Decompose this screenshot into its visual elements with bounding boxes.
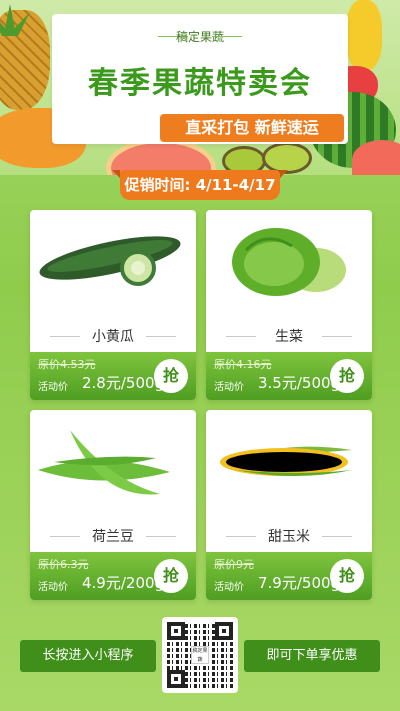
original-price: 原价4.53元 [38,358,96,371]
activity-price-label: 活动价 [38,382,68,393]
enter-miniprogram-label[interactable]: 长按进入小程序 [20,640,156,672]
product-image [30,210,196,320]
activity-price-label: 活动价 [214,582,244,593]
activity-price: 4.9元/200g [82,574,165,592]
divider [322,536,352,537]
divider [146,536,176,537]
product-card-corn[interactable]: 甜玉米 原价9元 活动价 7.9元/500g 抢 [206,410,372,600]
divider [146,336,176,337]
grab-button[interactable]: 抢 [330,359,364,393]
product-card-snow-pea[interactable]: 荷兰豆 原价6.3元 活动价 4.9元/200g 抢 [30,410,196,600]
product-image [30,410,196,520]
product-card-cucumber[interactable]: 小黄瓜 原价4.53元 活动价 2.8元/500g 抢 [30,210,196,400]
snow-pea-icon [38,430,170,495]
divider [322,336,352,337]
divider [212,36,242,37]
hero-title-card: 稿定果蔬 春季果蔬特卖会 直采打包 新鲜速运 [52,14,348,144]
product-card-lettuce[interactable]: 生菜 原价4.16元 活动价 3.5元/500g 抢 [206,210,372,400]
lettuce-icon [232,228,346,296]
price-bar: 原价4.53元 活动价 2.8元/500g 抢 [30,352,196,400]
page-title: 春季果蔬特卖会 [88,66,312,101]
activity-price: 3.5元/500g [258,374,341,392]
original-price: 原价4.16元 [214,358,272,371]
brand-name: 稿定果蔬 [175,30,224,44]
original-price: 原价9元 [214,558,254,571]
activity-price-label: 活动价 [38,582,68,593]
price-bar: 原价6.3元 活动价 4.9元/200g 抢 [30,552,196,600]
price-bar: 原价4.16元 活动价 3.5元/500g 抢 [206,352,372,400]
activity-price-label: 活动价 [214,382,244,393]
activity-price: 2.8元/500g [82,374,165,392]
grab-button[interactable]: 抢 [330,559,364,593]
grab-button[interactable]: 抢 [154,359,188,393]
qr-center-logo: 稿定果蔬 [191,646,209,664]
price-bar: 原价9元 活动价 7.9元/500g 抢 [206,552,372,600]
qr-code-icon: 稿定果蔬 [167,622,233,688]
original-price: 原价6.3元 [38,558,89,571]
subtitle-badge: 直采打包 新鲜速运 [160,114,344,142]
corn-icon [220,446,352,476]
product-image [206,210,372,320]
activity-price: 7.9元/500g [258,574,341,592]
promo-date-badge: 促销时间: 4/11-4/17 [112,170,288,200]
corn-icon [346,0,382,70]
cucumber-icon [39,236,181,286]
product-image [206,410,372,520]
hero-banner: 稿定果蔬 春季果蔬特卖会 直采打包 新鲜速运 [0,0,400,175]
grab-button[interactable]: 抢 [154,559,188,593]
qr-code[interactable]: 稿定果蔬 [162,617,238,693]
pineapple-icon [0,4,50,110]
order-discount-label[interactable]: 即可下单享优惠 [244,640,380,672]
